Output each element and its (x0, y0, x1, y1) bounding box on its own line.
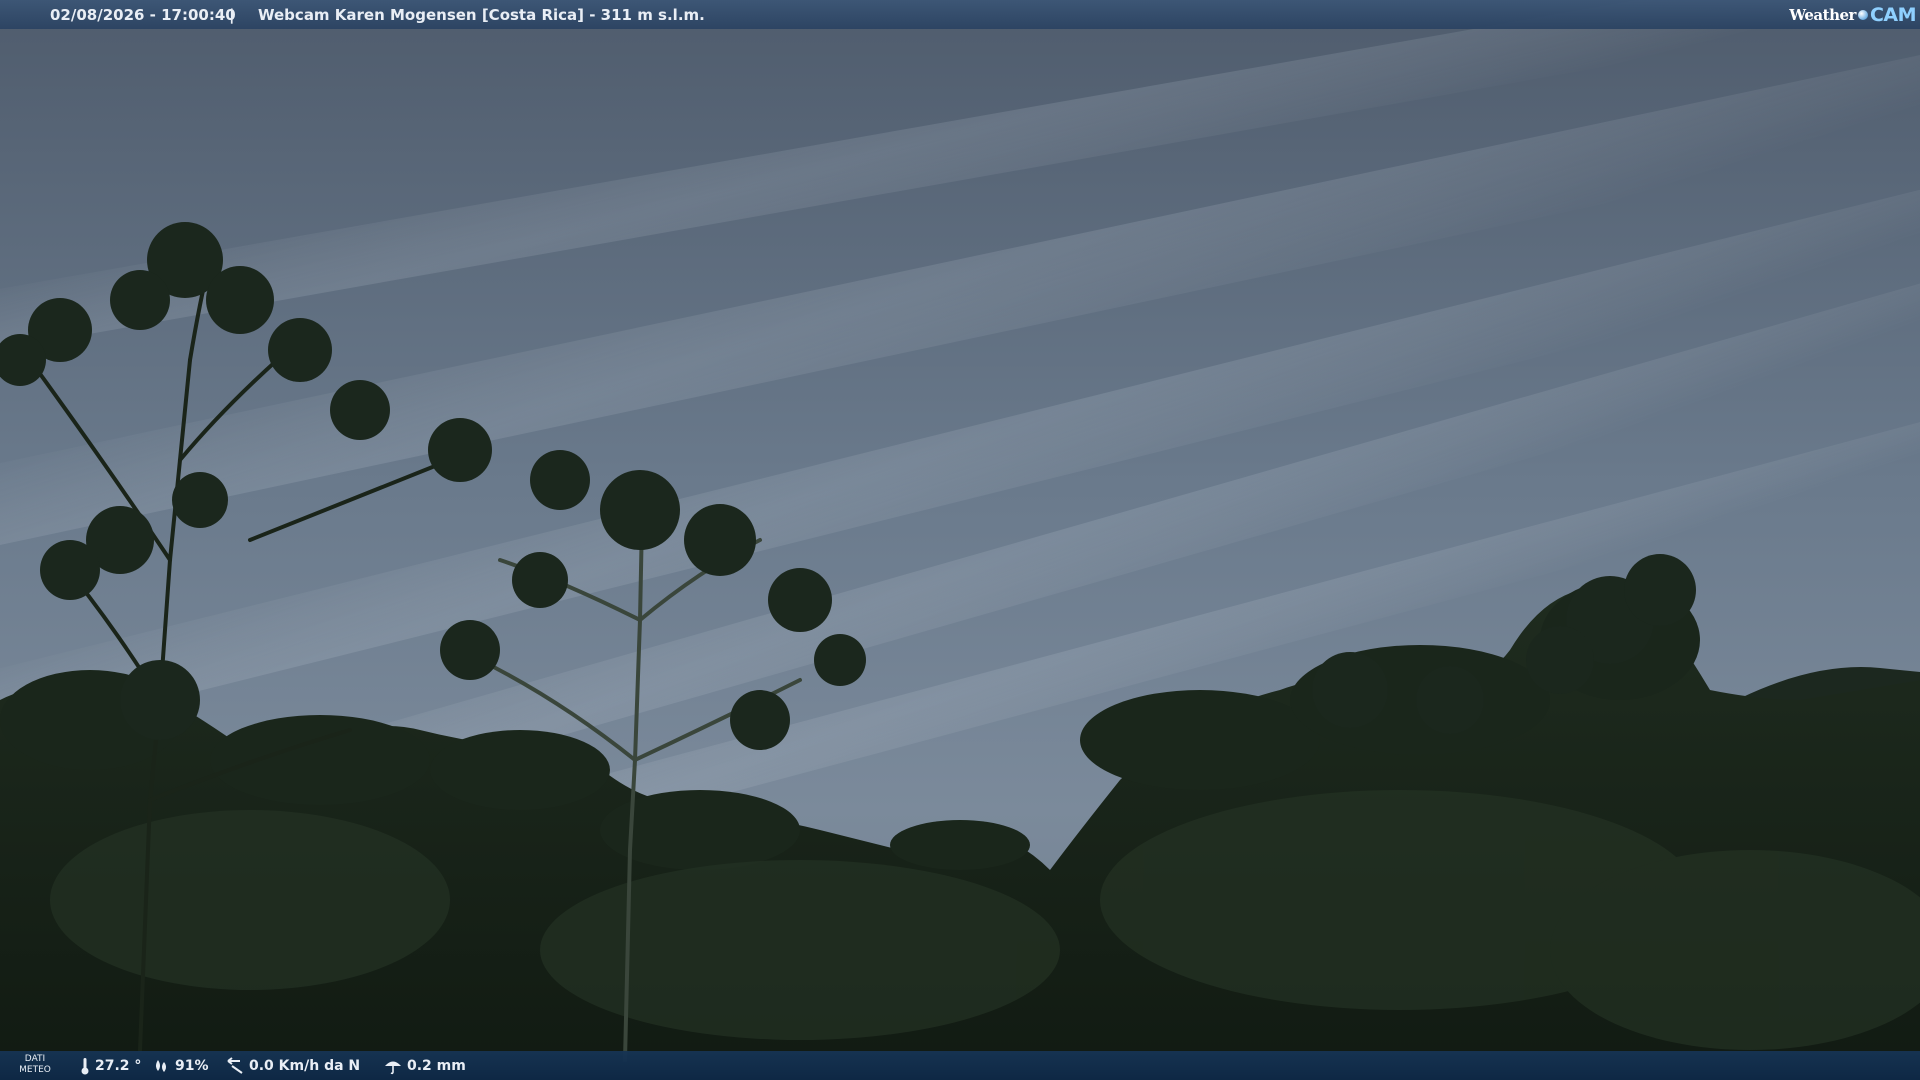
timestamp: 02/08/2026 - 17:00:40 (50, 6, 236, 24)
rain-value: 0.2 mm (407, 1057, 466, 1074)
humidity-drops-icon (156, 1059, 166, 1072)
umbrella-icon (385, 1061, 401, 1074)
weather-data-bar: DATI METEO 27.2 ° 91% 0.0 Km/h da N 0.2 … (0, 1051, 1920, 1080)
wind-icon (227, 1056, 243, 1074)
rain-reading: 0.2 mm (384, 1051, 466, 1080)
webcam-header-bar: 02/08/2026 - 17:00:40 | Webcam Karen Mog… (0, 0, 1920, 29)
thermometer-icon (81, 1057, 89, 1074)
humidity-reading: 91% (152, 1051, 209, 1080)
temperature-value: 27.2 ° (95, 1057, 142, 1074)
weathercam-logo[interactable]: Weather CAM (1789, 3, 1916, 26)
weather-data-label-line2: METEO (19, 1065, 51, 1075)
weather-data-label-line1: DATI (24, 1054, 46, 1064)
header-separator: | (229, 6, 235, 24)
logo-cam-text: CAM (1869, 3, 1917, 26)
temperature-reading: 27.2 ° (80, 1051, 141, 1080)
webcam-image (0, 0, 1920, 1080)
humidity-value: 91% (175, 1057, 209, 1074)
logo-weather-text: Weather (1789, 5, 1856, 24)
weather-data-label: DATI METEO (18, 1054, 52, 1076)
wind-reading: 0.0 Km/h da N (226, 1051, 360, 1080)
webcam-title: Webcam Karen Mogensen [Costa Rica] - 311… (258, 6, 705, 24)
logo-globe-icon (1857, 9, 1868, 20)
wind-value: 0.0 Km/h da N (249, 1057, 361, 1074)
